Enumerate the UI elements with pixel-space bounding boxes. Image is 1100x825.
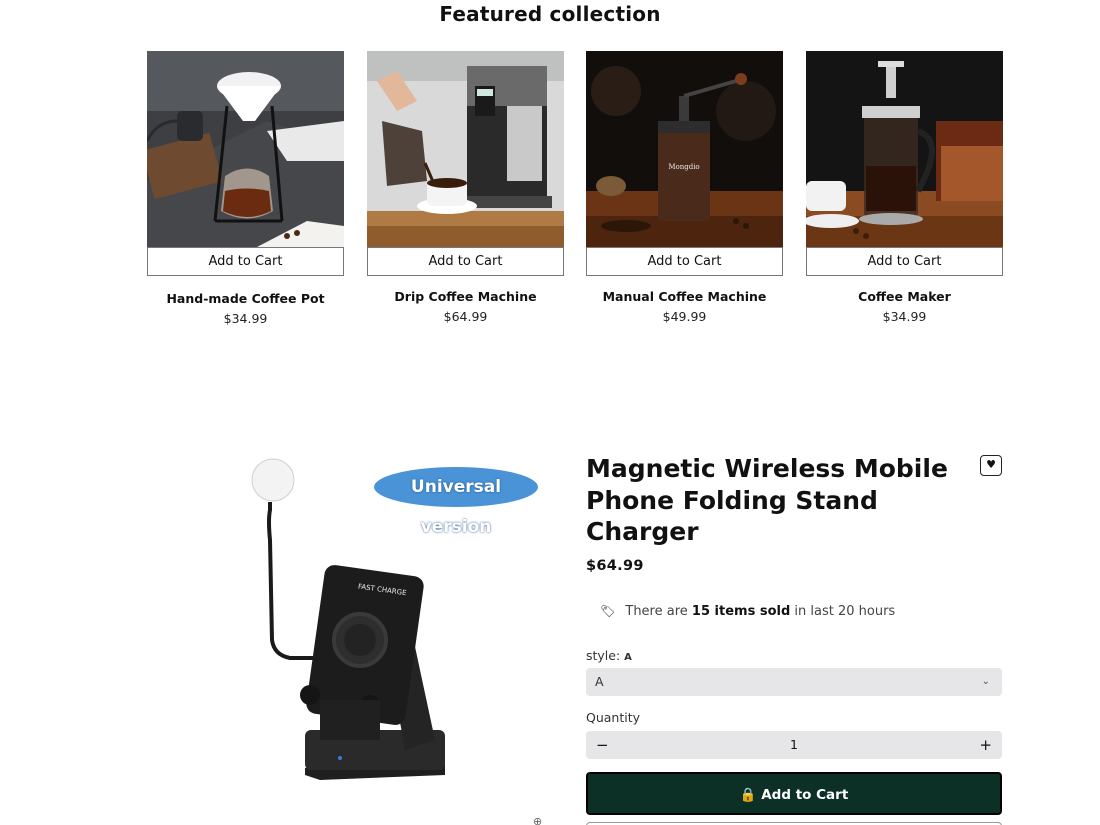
- add-to-cart-button[interactable]: Add to Cart: [147, 247, 344, 276]
- product-card[interactable]: Mongdio Add to Cart Manual Coffee Machin…: [586, 51, 783, 324]
- product-price: $34.99: [882, 309, 927, 324]
- product-image-drip-coffee-machine[interactable]: [367, 51, 564, 247]
- product-name[interactable]: Coffee Maker: [806, 289, 1003, 304]
- product-image-coffee-maker[interactable]: [806, 51, 1003, 247]
- style-selected: A: [595, 674, 604, 689]
- items-sold-notice: 🏷 There are 15 items sold in last 20 hou…: [600, 604, 895, 619]
- product-name[interactable]: Manual Coffee Machine: [586, 289, 783, 304]
- style-value: A: [624, 652, 632, 663]
- add-to-cart-button[interactable]: Add to Cart: [806, 247, 1003, 276]
- product-image-manual-coffee-machine[interactable]: Mongdio: [586, 51, 783, 247]
- quantity-stepper[interactable]: 1 − +: [586, 731, 1002, 759]
- tag-icon: 🏷: [600, 604, 616, 618]
- product-main-image[interactable]: FAST CHARGE: [220, 450, 560, 825]
- quantity-value[interactable]: 1: [586, 731, 1002, 759]
- style-label-text: style:: [586, 648, 621, 663]
- product-price: $34.99: [223, 311, 268, 326]
- lock-bag-icon: 🔒: [739, 787, 757, 803]
- zoom-icon[interactable]: ⊕: [533, 815, 542, 825]
- product-name[interactable]: Hand-made Coffee Pot: [147, 291, 344, 306]
- minus-icon[interactable]: −: [596, 731, 609, 759]
- product-card[interactable]: Add to Cart Hand-made Coffee Pot $34.99: [147, 51, 344, 326]
- chevron-down-icon: ⌄: [981, 676, 990, 687]
- product-image-coffee-pot[interactable]: [147, 51, 344, 247]
- product-price: $64.99: [443, 309, 488, 324]
- svg-text:Mongdio: Mongdio: [668, 163, 699, 171]
- product-grid: Add to Cart Hand-made Coffee Pot $34.99: [147, 51, 1003, 341]
- plus-icon[interactable]: +: [979, 731, 992, 759]
- add-to-cart-button[interactable]: Add to Cart: [367, 247, 564, 276]
- quantity-label: Quantity: [586, 710, 641, 725]
- style-label: style: A: [586, 648, 632, 663]
- product-card[interactable]: Add to Cart Drip Coffee Machine $64.99: [367, 51, 564, 324]
- collection-title: Featured collection: [439, 2, 661, 26]
- product-name[interactable]: Drip Coffee Machine: [367, 289, 564, 304]
- product-price: $64.99: [586, 558, 644, 574]
- sold-prefix: There are: [625, 604, 688, 619]
- style-select[interactable]: A ⌄: [586, 668, 1002, 696]
- sold-count: 15 items sold: [691, 604, 791, 619]
- product-price: $49.99: [662, 309, 707, 324]
- product-card[interactable]: Add to Cart Coffee Maker $34.99: [806, 51, 1003, 324]
- product-title: Magnetic Wireless Mobile Phone Folding S…: [586, 454, 948, 546]
- wishlist-heart-icon[interactable]: ♥: [980, 455, 1002, 476]
- add-to-cart-main-button[interactable]: 🔒 Add to Cart: [586, 772, 1002, 815]
- universal-version-badge: Universal version: [374, 467, 538, 537]
- add-to-cart-button[interactable]: Add to Cart: [586, 247, 783, 276]
- sold-suffix: in last 20 hours: [794, 604, 896, 619]
- add-to-cart-label: Add to Cart: [761, 787, 849, 803]
